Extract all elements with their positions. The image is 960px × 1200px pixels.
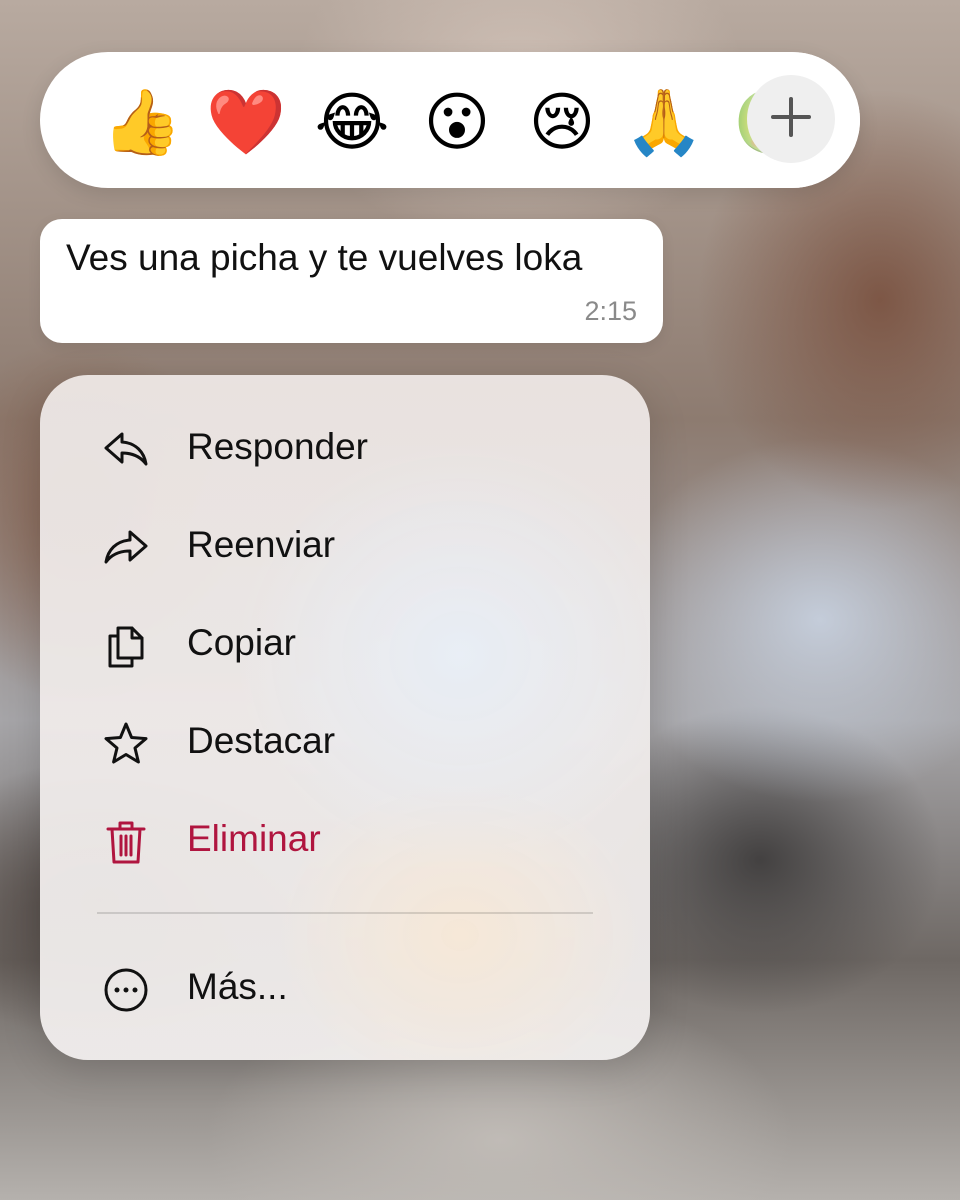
reaction-bar: 👍 ❤️ 😂 😮 😢 🙏 🤢 (40, 52, 860, 188)
forward-arrow-icon (102, 524, 150, 572)
menu-item-forward[interactable]: Reenviar (40, 506, 650, 586)
menu-item-star[interactable]: Destacar (40, 702, 650, 782)
more-reactions-button[interactable] (747, 75, 835, 163)
thumbs-up-emoji[interactable]: 👍 (102, 82, 182, 162)
message-timestamp: 2:15 (584, 296, 637, 326)
plus-icon (769, 95, 813, 144)
tears-of-joy-emoji[interactable]: 😂 (312, 82, 392, 162)
message-context-menu: Responder Reenviar Copiar Destacar Elimi… (40, 375, 650, 1060)
menu-item-label: Copiar (187, 622, 296, 663)
menu-item-label: Más... (187, 966, 288, 1007)
copy-icon (102, 622, 150, 670)
message-text: Ves una picha y te vuelves loka (66, 237, 583, 278)
red-heart-emoji[interactable]: ❤️ (206, 82, 286, 162)
menu-item-label: Eliminar (187, 818, 321, 859)
menu-item-delete[interactable]: Eliminar (40, 800, 650, 880)
menu-item-more[interactable]: Más... (40, 948, 650, 1028)
menu-item-label: Responder (187, 426, 369, 467)
ellipsis-circle-icon (102, 966, 150, 1014)
menu-item-copy[interactable]: Copiar (40, 604, 650, 684)
menu-item-label: Destacar (187, 720, 336, 761)
menu-item-reply[interactable]: Responder (40, 408, 650, 488)
menu-item-label: Reenviar (187, 524, 336, 565)
trash-icon (102, 818, 150, 866)
reply-arrow-icon (102, 426, 150, 474)
crying-face-emoji[interactable]: 😢 (522, 82, 602, 162)
surprised-face-emoji[interactable]: 😮 (417, 82, 497, 162)
message-bubble[interactable]: Ves una picha y te vuelves loka 2:15 (40, 219, 663, 343)
star-icon (102, 720, 150, 768)
menu-divider (97, 912, 593, 914)
folded-hands-emoji[interactable]: 🙏 (624, 82, 704, 162)
